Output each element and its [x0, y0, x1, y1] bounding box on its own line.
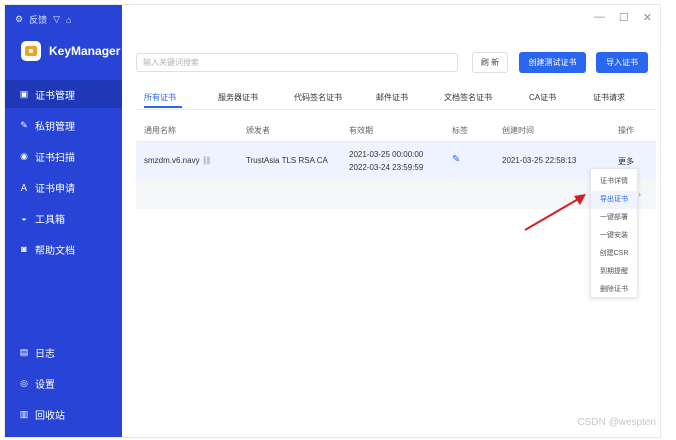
annotation-arrow	[524, 194, 586, 231]
watermark: CSDN @wespten	[577, 417, 656, 428]
annotation-arrow-line	[524, 197, 581, 231]
